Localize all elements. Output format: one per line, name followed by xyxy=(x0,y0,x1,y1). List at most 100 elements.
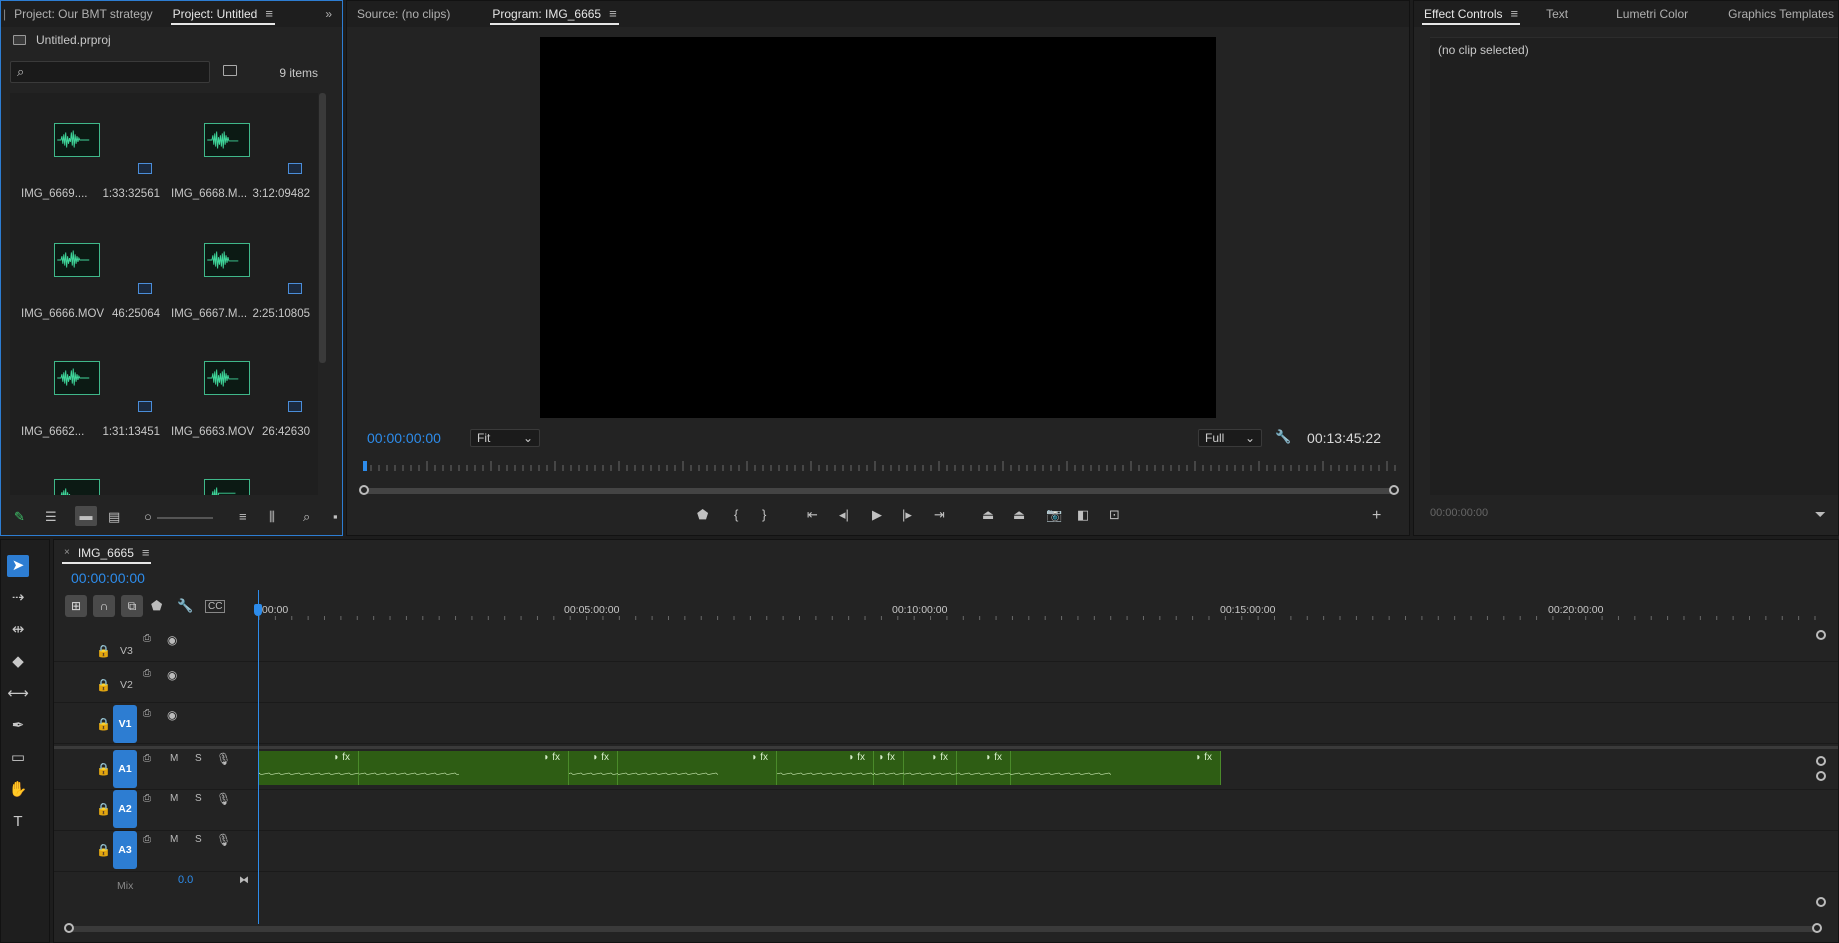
project-item[interactable] xyxy=(10,449,160,495)
tab-lumetri-color[interactable]: Lumetri Color xyxy=(1606,1,1698,27)
clip-fx-icon[interactable]: ◗ fx xyxy=(592,752,609,763)
resolution-dropdown[interactable]: Full ⌄ xyxy=(1198,429,1262,447)
audio-clip[interactable]: ◗ fx xyxy=(259,751,359,785)
vr-video-icon[interactable]: ⊡ xyxy=(1109,507,1120,523)
panel-menu-icon[interactable]: ≡ xyxy=(265,2,273,26)
clip-fx-icon[interactable]: ◗ fx xyxy=(751,752,768,763)
lock-icon[interactable]: 🔒 xyxy=(96,717,111,731)
list-view-icon[interactable]: ☰ xyxy=(45,509,57,525)
lock-icon[interactable]: 🔒 xyxy=(96,843,111,857)
lock-icon[interactable]: 🔒 xyxy=(96,802,111,816)
audio-scroll-handle-top[interactable] xyxy=(1816,771,1826,781)
playhead-line[interactable] xyxy=(258,590,259,924)
project-item[interactable]: IMG_6663.MOV 26:42630 xyxy=(160,331,310,449)
scroll-handle-left[interactable] xyxy=(64,923,74,933)
track-lane[interactable] xyxy=(259,790,1816,830)
tab-text[interactable]: Text xyxy=(1536,1,1578,27)
audio-clip[interactable]: ◗ fx xyxy=(957,751,1057,785)
microphone-icon[interactable]: 🎙 xyxy=(216,833,231,847)
tab-effect-controls[interactable]: Effect Controls ≡ xyxy=(1414,1,1528,27)
rectangle-tool-icon[interactable]: ▭ xyxy=(7,747,29,769)
add-marker-icon[interactable]: ⬟ xyxy=(697,507,708,523)
audio-clip[interactable]: ◗ fx xyxy=(1011,751,1221,785)
track-target-a2[interactable]: A2 xyxy=(113,790,137,828)
new-bin-icon[interactable]: ▪ xyxy=(333,509,338,524)
icon-view-icon[interactable]: ▬ xyxy=(75,506,97,526)
add-button-icon[interactable]: + xyxy=(1372,507,1381,525)
track-lane[interactable] xyxy=(259,703,1816,743)
linked-selection-icon[interactable]: ⧉ xyxy=(121,595,143,617)
timeline-time-ruler[interactable]: :00:00 00:05:00:00 00:10:00:00 00:15:00:… xyxy=(259,590,1816,620)
track-target-v1[interactable]: V1 xyxy=(113,705,137,743)
sync-lock-icon[interactable]: ⎙ xyxy=(143,834,151,845)
tab-sequence[interactable]: × IMG_6665 ≡ xyxy=(54,540,159,566)
eye-icon[interactable]: ◉ xyxy=(167,708,177,722)
audio-scroll-handle-bottom[interactable] xyxy=(1816,897,1826,907)
project-item[interactable]: IMG_6668.M... 3:12:09482 xyxy=(160,93,310,211)
project-item[interactable]: IMG_6667.M... 2:25:10805 xyxy=(160,213,310,331)
track-lane[interactable]: ◗ fx ◗ fx ◗ fx ◗ fx ◗ fx ◗ fx ◗ fx ◗ fx ◗ fx xyxy=(259,749,1816,789)
project-item[interactable]: IMG_6669.... 1:33:32561 xyxy=(10,93,160,211)
play-icon[interactable]: ▶ xyxy=(872,507,882,523)
slip-tool-icon[interactable]: ⟷ xyxy=(7,683,29,705)
razor-tool-icon[interactable]: ◆ xyxy=(7,651,29,673)
microphone-icon[interactable]: 🎙 xyxy=(216,792,231,806)
snap-icon[interactable]: ∩ xyxy=(93,595,115,617)
tab-source[interactable]: Source: (no clips) xyxy=(347,1,460,27)
go-to-out-icon[interactable]: ⇥ xyxy=(934,507,945,523)
mute-button[interactable]: M xyxy=(170,834,178,845)
audio-clip[interactable]: ◗ fx xyxy=(777,751,877,785)
selection-tool-icon[interactable]: ➤ xyxy=(7,555,29,577)
scroll-handle-right[interactable] xyxy=(1389,485,1399,495)
close-icon[interactable]: × xyxy=(64,541,70,565)
microphone-icon[interactable]: 🎙 xyxy=(216,752,231,766)
audio-clip[interactable]: ◗ fx xyxy=(618,751,777,785)
zoom-slider[interactable] xyxy=(157,517,213,519)
wrench-icon[interactable]: 🔧 xyxy=(1275,429,1291,445)
scroll-handle-right[interactable] xyxy=(1812,923,1822,933)
mute-button[interactable]: M xyxy=(170,793,178,804)
project-item[interactable]: IMG_6662... 1:31:13451 xyxy=(10,331,160,449)
playhead-timecode[interactable]: 00:00:00:00 xyxy=(367,430,441,446)
mute-button[interactable]: M xyxy=(170,753,178,764)
project-item[interactable]: IMG_6666.MOV 46:25064 xyxy=(10,213,160,331)
step-back-icon[interactable]: ◂| xyxy=(839,507,849,523)
solo-button[interactable]: S xyxy=(195,834,202,845)
clip-fx-icon[interactable]: ◗ fx xyxy=(543,752,560,763)
type-tool-icon[interactable]: T xyxy=(7,811,29,833)
scroll-handle-left[interactable] xyxy=(359,485,369,495)
lock-icon[interactable]: 🔒 xyxy=(96,678,111,692)
sync-lock-icon[interactable]: ⎙ xyxy=(143,633,151,644)
panel-menu-icon[interactable]: ≡ xyxy=(609,2,617,26)
audio-clip[interactable]: ◗ fx xyxy=(569,751,669,785)
track-lane[interactable] xyxy=(259,621,1816,661)
clip-fx-icon[interactable]: ◗ fx xyxy=(985,752,1002,763)
clip-fx-icon[interactable]: ◗ fx xyxy=(1195,752,1212,763)
find-icon[interactable]: ⌕ xyxy=(303,509,310,525)
mix-bowtie-icon[interactable]: ⧓ xyxy=(239,875,249,886)
project-item[interactable] xyxy=(160,449,310,495)
panel-menu-icon[interactable]: ≡ xyxy=(142,541,150,565)
freeform-view-icon[interactable]: ▤ xyxy=(108,509,120,525)
sync-lock-icon[interactable]: ⎙ xyxy=(143,668,151,679)
go-to-in-icon[interactable]: ⇤ xyxy=(807,507,818,523)
fit-dropdown[interactable]: Fit ⌄ xyxy=(470,429,540,447)
ripple-edit-tool-icon[interactable]: ⇹ xyxy=(7,619,29,641)
project-search-input[interactable]: ⌕ xyxy=(10,61,210,83)
monitor-zoom-scrollbar[interactable] xyxy=(359,485,1399,495)
timeline-timecode[interactable]: 00:00:00:00 xyxy=(71,570,145,586)
audio-clip[interactable]: ◗ fx xyxy=(874,751,974,785)
automate-sequence-icon[interactable]: ⫼ xyxy=(269,509,275,525)
sync-lock-icon[interactable]: ⎙ xyxy=(143,708,151,719)
clip-fx-icon[interactable]: ◗ fx xyxy=(931,752,948,763)
captions-icon[interactable]: CC xyxy=(205,600,226,613)
mark-in-icon[interactable]: { xyxy=(734,507,738,522)
sync-lock-icon[interactable]: ⎙ xyxy=(143,793,151,804)
tab-graphics-templates[interactable]: Graphics Templates xyxy=(1718,1,1838,27)
lift-icon[interactable]: ⏏ xyxy=(982,507,994,523)
overflow-tabs-icon[interactable]: » xyxy=(315,1,342,27)
eye-icon[interactable]: ◉ xyxy=(167,633,177,647)
program-video-frame[interactable] xyxy=(540,37,1216,418)
add-marker-icon[interactable]: ⬟ xyxy=(151,598,162,614)
sort-icon[interactable]: ≡ xyxy=(239,509,247,524)
